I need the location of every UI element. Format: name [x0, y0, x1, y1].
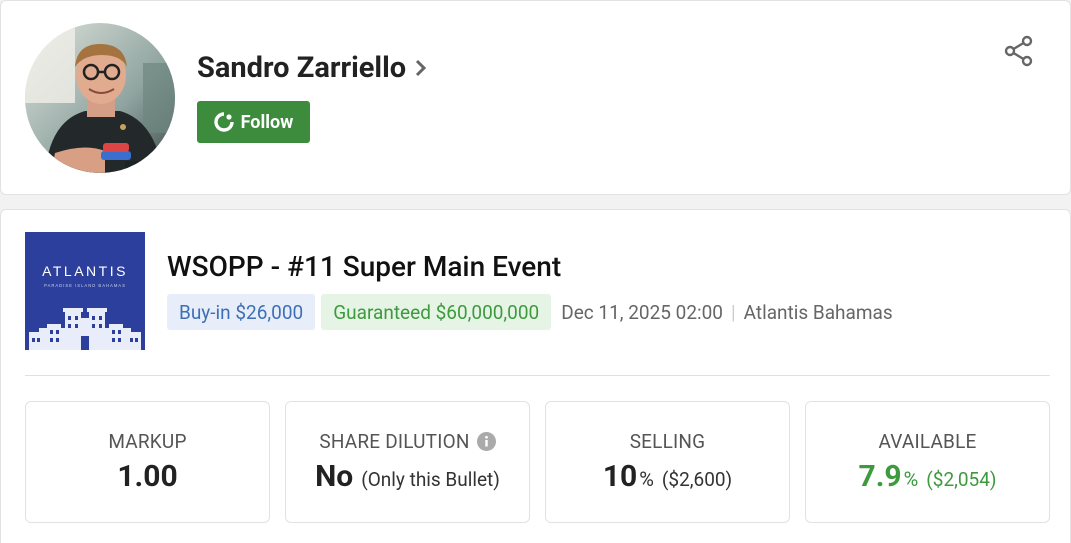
stat-label: SHARE DILUTION [319, 430, 496, 453]
follow-label: Follow [240, 111, 294, 133]
player-avatar[interactable] [25, 23, 175, 173]
dilution-sub: (Only this Bullet) [361, 468, 500, 491]
logo-title: ATLANTIS [42, 263, 128, 279]
stat-selling: SELLING 10 % ($2,600) [545, 401, 790, 523]
available-value: 7.9 [858, 459, 902, 494]
stat-label: SELLING [629, 430, 706, 453]
markup-value: 1.00 [117, 459, 178, 494]
stat-label: MARKUP [108, 430, 187, 453]
share-icon[interactable] [1003, 35, 1035, 67]
meta-separator: | [730, 300, 736, 324]
follow-button[interactable]: Follow [197, 101, 310, 143]
player-name: Sandro Zarriello [197, 51, 407, 85]
stat-value: 10 % ($2,600) [603, 459, 732, 494]
selling-sub: ($2,600) [661, 468, 733, 491]
event-datetime: Dec 11, 2025 02:00 [561, 300, 723, 324]
follow-ring-icon [213, 112, 234, 132]
stat-value: No (Only this Bullet) [315, 459, 500, 494]
divider [25, 375, 1050, 376]
player-name-link[interactable]: Sandro Zarriello [197, 51, 428, 85]
player-card: Sandro Zarriello Follow [0, 0, 1071, 195]
stat-available: AVAILABLE 7.9 % ($2,054) [805, 401, 1050, 523]
buyin-badge: Buy-in $26,000 [167, 294, 316, 330]
dilution-label: SHARE DILUTION [319, 430, 470, 453]
stat-markup: MARKUP 1.00 [25, 401, 270, 523]
venue-logo: ATLANTIS PARADISE ISLAND BAHAMAS [25, 232, 145, 350]
event-meta: Buy-in $26,000 Guaranteed $60,000,000 De… [167, 294, 893, 330]
event-venue: Atlantis Bahamas [743, 300, 893, 324]
info-icon[interactable] [476, 432, 496, 451]
stat-value: 7.9 % ($2,054) [858, 459, 996, 494]
stat-value: 1.00 [117, 459, 177, 494]
selling-value: 10 [602, 459, 638, 494]
event-title[interactable]: WSOPP - #11 Super Main Event [167, 250, 561, 283]
selling-pct: % [639, 467, 654, 491]
stat-share-dilution: SHARE DILUTION No (Only this Bullet) [285, 401, 530, 523]
guaranteed-badge: Guaranteed $60,000,000 [321, 294, 552, 330]
dilution-value: No [315, 459, 354, 494]
stat-label: AVAILABLE [878, 430, 977, 453]
chevron-right-icon [416, 59, 427, 77]
logo-subtitle: PARADISE ISLAND BAHAMAS [44, 283, 126, 288]
event-card: ATLANTIS PARADISE ISLAND BAHAMAS WSOPP -… [0, 209, 1071, 543]
available-pct: % [903, 467, 919, 491]
available-sub: ($2,054) [926, 468, 997, 491]
